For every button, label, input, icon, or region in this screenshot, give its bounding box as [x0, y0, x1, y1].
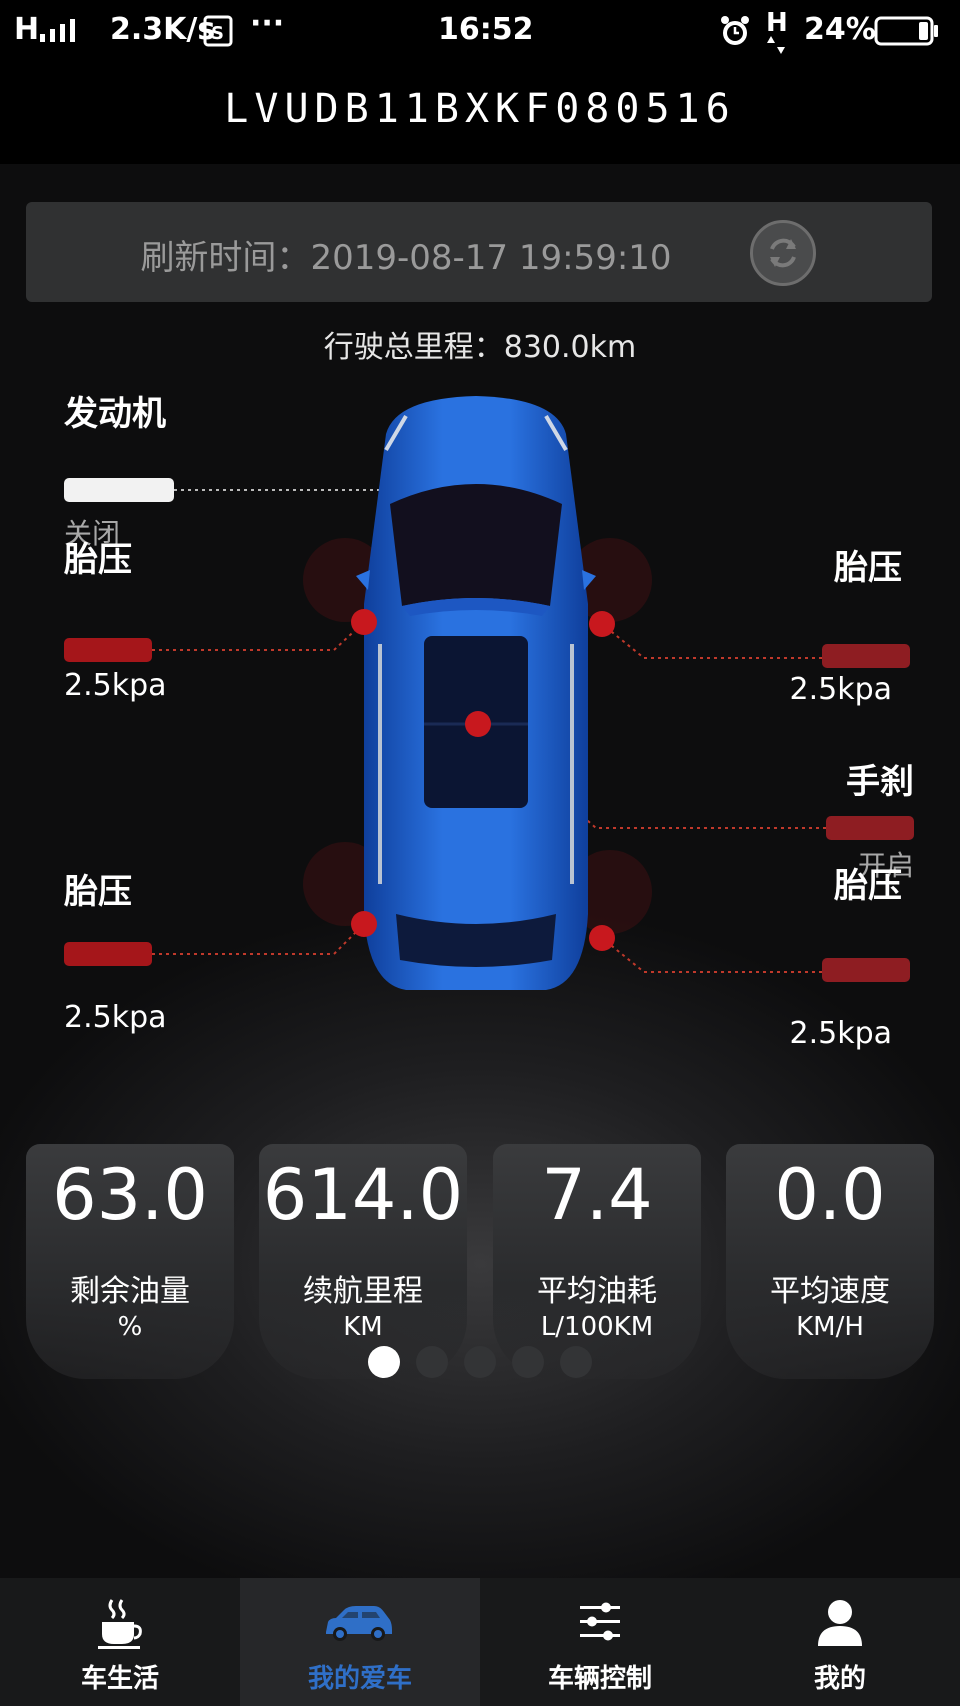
signal-strength-icon	[38, 16, 82, 48]
sim-icon: S	[202, 14, 236, 52]
tire-rear-right-value: 2.5kpa	[789, 1016, 892, 1051]
tire-rear-left-value: 2.5kpa	[64, 1000, 167, 1035]
page-dot-3[interactable]	[464, 1346, 496, 1378]
stat-unit: %	[117, 1312, 143, 1342]
tire-rear-left-bar	[64, 942, 152, 966]
tire-front-left-bar	[64, 638, 152, 662]
svg-text:S: S	[211, 23, 224, 44]
tire-rear-right-bar	[822, 958, 910, 982]
tire-front-right-value: 2.5kpa	[789, 672, 892, 707]
handbrake-status-bar	[826, 816, 914, 840]
status-bar: H 2.3K/s S ··· 16:52 H 24%	[0, 0, 960, 64]
stat-label: 剩余油量	[70, 1274, 190, 1309]
tire-front-left-value: 2.5kpa	[64, 668, 167, 703]
nav-me[interactable]: 我的	[720, 1578, 960, 1706]
car-icon	[326, 1606, 392, 1641]
handbrake-title: 手刹	[846, 762, 914, 802]
battery-icon	[874, 16, 940, 50]
clock-time: 16:52	[438, 12, 534, 47]
car-top-view-icon	[356, 396, 596, 990]
stat-card-consumption: 7.4 平均油耗 L/100KM	[493, 1144, 701, 1379]
network-speed: 2.3K/s	[110, 12, 216, 47]
user-icon	[818, 1600, 862, 1646]
nav-label: 我的	[813, 1664, 866, 1694]
bottom-nav: 车生活 我的爱车 车辆控制 我的	[0, 1578, 960, 1706]
stat-label: 平均油耗	[537, 1274, 657, 1309]
stat-card-fuel: 63.0 剩余油量 %	[26, 1144, 234, 1379]
engine-title: 发动机	[64, 394, 166, 434]
more-dots-icon: ···	[250, 6, 285, 41]
stat-unit: L/100KM	[540, 1312, 654, 1342]
header: LVUDB11BXKF080516	[0, 64, 960, 164]
page-dot-1[interactable]	[368, 1346, 400, 1378]
sliders-icon	[580, 1602, 620, 1641]
tire-rear-right-title: 胎压	[834, 866, 902, 906]
stat-label: 续航里程	[303, 1274, 423, 1309]
nav-vehicle-control[interactable]: 车辆控制	[480, 1578, 720, 1706]
stat-card-range: 614.0 续航里程 KM	[259, 1144, 467, 1379]
tire-front-right-bar	[822, 644, 910, 668]
stat-unit: KM/H	[796, 1312, 864, 1342]
nav-label: 车辆控制	[547, 1664, 652, 1694]
stat-value: 7.4	[541, 1154, 653, 1236]
tire-front-left-title: 胎压	[64, 540, 132, 580]
nav-car-life[interactable]: 车生活	[0, 1578, 240, 1706]
network-type: H	[766, 8, 788, 38]
coffee-cup-icon	[98, 1599, 142, 1649]
stat-value: 63.0	[52, 1154, 208, 1236]
alarm-icon	[718, 14, 752, 52]
stat-unit: KM	[343, 1312, 383, 1342]
nav-label: 我的爱车	[307, 1664, 412, 1694]
battery-percent: 24%	[804, 12, 876, 47]
tire-front-right-title: 胎压	[834, 548, 902, 588]
signal-label: H	[14, 12, 40, 47]
tire-rear-left-title: 胎压	[64, 872, 132, 912]
stat-value: 614.0	[262, 1154, 464, 1236]
page-dot-5[interactable]	[560, 1346, 592, 1378]
stat-label: 平均速度	[770, 1274, 890, 1309]
nav-my-car[interactable]: 我的爱车	[240, 1578, 480, 1706]
nav-label: 车生活	[80, 1664, 159, 1694]
page-dot-2[interactable]	[416, 1346, 448, 1378]
page-dot-4[interactable]	[512, 1346, 544, 1378]
vehicle-vin: LVUDB11BXKF080516	[224, 86, 736, 132]
stat-card-speed: 0.0 平均速度 KM/H	[726, 1144, 934, 1379]
data-arrows-icon	[766, 36, 788, 58]
stat-value: 0.0	[774, 1154, 886, 1236]
engine-status-bar	[64, 478, 174, 502]
